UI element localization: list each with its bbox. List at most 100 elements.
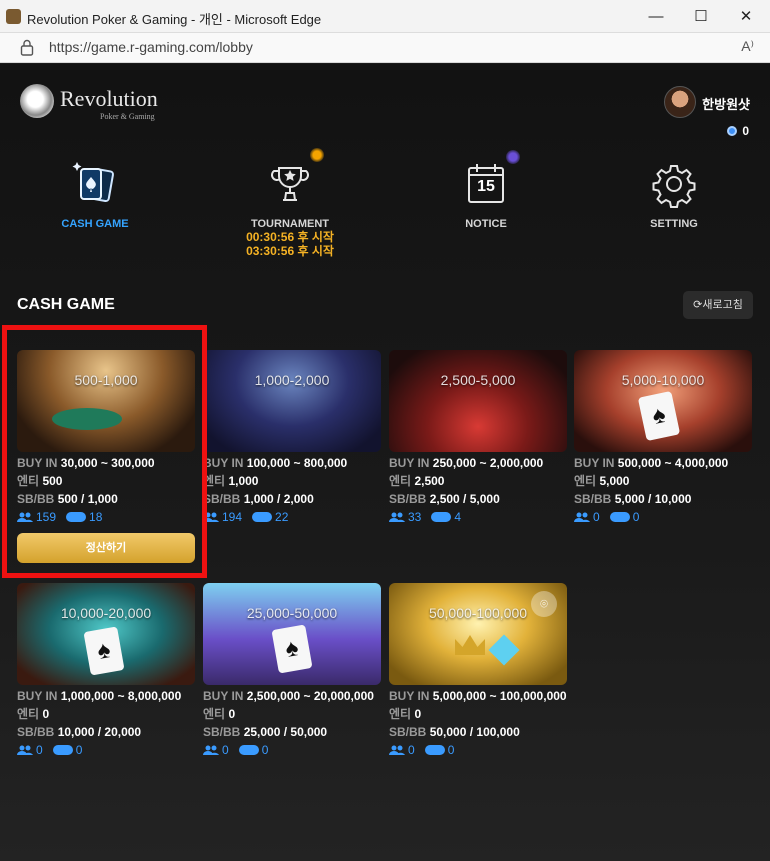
table-card[interactable]: ♠ 5,000-10,000 BUY IN 500,000 ~ 4,000,00… [574,350,752,524]
sbbb-row: SB/BB 5,000 / 10,000 [574,492,692,506]
coin-balance: 0 [727,124,749,138]
counts-row: 33 4 [389,510,567,524]
table-card[interactable]: 2,500-5,000 BUY IN 250,000 ~ 2,000,000 엔… [389,350,567,524]
browser-title-bar: Revolution Poker & Gaming - 개인 - Microso… [0,0,770,33]
counts-row: 00 [17,743,195,757]
window-title: Revolution Poker & Gaming - 개인 - Microso… [27,12,322,27]
tournament-timer-2: 03:30:56 후 시작 [246,244,334,258]
brand-tagline: Poker & Gaming [100,112,155,121]
notice-alert-dot [506,150,520,164]
table-thumbnail[interactable]: ⌾ 50,000-100,000 [389,583,567,685]
table-stakes: 5,000-10,000 [621,372,705,388]
address-bar[interactable]: https://game.r-gaming.com/lobby A⁾ [0,33,770,63]
buy-in-row: BUY IN 250,000 ~ 2,000,000 [389,456,544,470]
crown-icon [455,635,485,655]
nav-notice[interactable]: 15 NOTICE [426,150,546,230]
table-thumbnail[interactable]: 1,000-2,000 [203,350,381,452]
sbbb-row: SB/BB 1,000 / 2,000 [203,492,314,506]
buy-in-row: BUY IN 500,000 ~ 4,000,000 [574,456,729,470]
tournament-alert-dot [310,148,324,162]
table-stakes: 50,000-100,000 [428,605,528,621]
gear-icon [650,160,698,208]
table-stakes: 1,000-2,000 [254,372,330,388]
buy-in-row: BUY IN 5,000,000 ~ 100,000,000 [389,689,567,703]
nav-setting-label: SETTING [650,218,698,230]
read-aloud-icon[interactable]: A⁾ [741,38,754,55]
brand-logo[interactable]: Revolution Poker & Gaming [20,84,170,124]
players-icon [389,512,405,522]
counts-row: 00 [389,743,567,757]
nav-cash-game-label: CASH GAME [61,218,129,230]
ante-row: 엔티 1,000 [203,474,259,488]
lock-icon [20,39,34,56]
tables-icon [609,512,630,522]
tables-icon [52,745,73,755]
counts-row: 00 [203,743,381,757]
username: 한방원샷 [702,97,750,112]
table-thumbnail[interactable]: 2,500-5,000 [389,350,567,452]
logo-mark-icon [20,84,54,118]
tables-icon [238,745,259,755]
url-text[interactable]: https://game.r-gaming.com/lobby [49,39,253,55]
calendar-date: 15 [477,178,495,195]
table-stakes: 25,000-50,000 [246,605,338,621]
tables-icon [431,512,452,522]
tournament-timer-1: 00:30:56 후 시작 [246,230,334,244]
table-card[interactable]: ♠ 25,000-50,000 BUY IN 2,500,000 ~ 20,00… [203,583,381,757]
nav-tournament[interactable]: TOURNAMENT 00:30:56 후 시작 03:30:56 후 시작 [230,148,350,258]
playing-card-icon: ♠ [637,390,681,442]
playing-card-icon: ♠ [83,626,125,676]
table-card[interactable]: ♠ 10,000-20,000 BUY IN 1,000,000 ~ 8,000… [17,583,195,757]
refresh-label: 새로고침 [702,299,743,311]
sbbb-row: SB/BB 10,000 / 20,000 [17,725,142,739]
sbbb-row: SB/BB 25,000 / 50,000 [203,725,328,739]
sbbb-row: SB/BB 2,500 / 5,000 [389,492,500,506]
ante-row: 엔티 0 [203,707,236,721]
counts-row: 194 22 [203,510,381,524]
tables-icon [424,745,445,755]
sbbb-row: SB/BB 50,000 / 100,000 [389,725,520,739]
nav-cash-game[interactable]: CASH GAME [35,160,155,230]
maximize-icon[interactable]: ☐ [687,5,715,29]
table-card[interactable]: 1,000-2,000 BUY IN 100,000 ~ 800,000 엔티 … [203,350,381,524]
close-icon[interactable]: ✕ [732,5,760,29]
lobby-app: Revolution Poker & Gaming 한방원샷 0 CASH GA… [0,64,770,861]
highlight-annotation-box [2,325,207,578]
ante-row: 엔티 0 [389,707,422,721]
avatar[interactable] [664,86,696,118]
refresh-icon: ⟳ [693,299,703,311]
trophy-icon [266,148,324,208]
cards-icon [71,160,119,208]
nav-notice-label: NOTICE [465,218,507,230]
section-title: CASH GAME [17,296,115,313]
buy-in-row: BUY IN 1,000,000 ~ 8,000,000 [17,689,182,703]
coin-amount: 0 [742,124,749,138]
players-icon [389,745,405,755]
table-card[interactable]: ⌾ 50,000-100,000 BUY IN 5,000,000 ~ 100,… [389,583,567,757]
table-thumbnail[interactable]: ♠ 10,000-20,000 [17,583,195,685]
app-favicon-icon [6,9,21,24]
nav-tournament-label: TOURNAMENT [250,218,329,230]
buy-in-row: BUY IN 100,000 ~ 800,000 [203,456,348,470]
playing-card-icon: ♠ [271,624,313,674]
counts-row: 00 [574,510,752,524]
players-icon [203,745,219,755]
tables-icon [252,512,273,522]
refresh-button[interactable]: ⟳새로고침 [683,291,753,319]
coin-icon [727,126,738,136]
buy-in-row: BUY IN 2,500,000 ~ 20,000,000 [203,689,374,703]
ante-row: 엔티 5,000 [574,474,630,488]
players-icon [574,512,590,522]
nav-setting[interactable]: SETTING [614,160,734,230]
calendar-icon: 15 [462,150,520,208]
ante-row: 엔티 2,500 [389,474,445,488]
players-icon [17,745,33,755]
brand-name: Revolution [60,86,158,111]
minimize-icon[interactable]: — [642,5,670,29]
table-thumbnail[interactable]: ♠ 25,000-50,000 [203,583,381,685]
table-stakes: 2,500-5,000 [440,372,516,388]
table-stakes: 10,000-20,000 [60,605,152,621]
ante-row: 엔티 0 [17,707,50,721]
table-thumbnail[interactable]: ♠ 5,000-10,000 [574,350,752,452]
diamond-icon [488,634,520,666]
